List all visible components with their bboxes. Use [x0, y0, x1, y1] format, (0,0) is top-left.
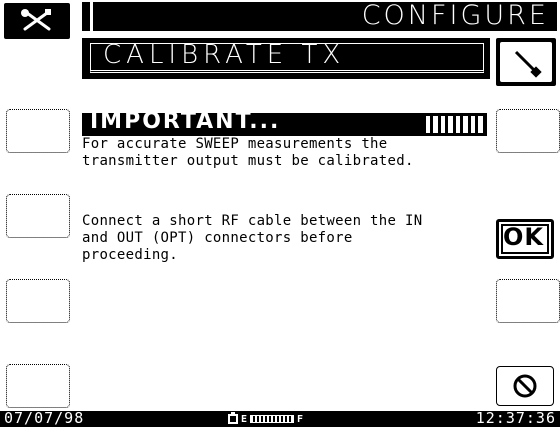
battery-gauge — [250, 415, 295, 423]
battery-empty-label: E — [241, 413, 248, 425]
subtitle-bar: CALIBRATE TX — [82, 38, 490, 79]
probe-button-face — [500, 42, 552, 82]
battery-full-label: F — [297, 413, 304, 425]
status-time: 12:37:36 — [475, 409, 556, 427]
ok-label: OK — [503, 223, 544, 251]
status-date: 07/07/98 — [4, 409, 85, 427]
softkey-left-4[interactable] — [6, 364, 70, 408]
softkey-right-1[interactable] — [496, 109, 560, 153]
subtitle: CALIBRATE TX — [103, 40, 346, 70]
ok-button[interactable]: OK — [496, 219, 554, 259]
status-bar: 07/07/98 E F 12:37:36 — [0, 409, 560, 427]
softkey-right-3[interactable] — [496, 279, 560, 323]
heading-stripes — [426, 116, 483, 133]
probe-button[interactable] — [496, 38, 556, 86]
battery-indicator: E F — [228, 412, 304, 425]
probe-icon — [514, 50, 542, 78]
page-title: CONFIGURE — [361, 0, 549, 31]
header-bar: CONFIGURE — [82, 0, 557, 31]
important-heading-bar: IMPORTANT... — [82, 109, 487, 136]
cancel-button[interactable] — [496, 366, 554, 406]
connection-instructions: Connect a short RF cable between the IN … — [82, 213, 423, 263]
softkey-left-1[interactable] — [6, 109, 70, 153]
tools-icon — [21, 9, 51, 31]
cancel-icon — [513, 374, 537, 398]
calibration-message: For accurate SWEEP measurements the tran… — [82, 136, 414, 169]
tools-button[interactable] — [4, 3, 70, 39]
softkey-left-3[interactable] — [6, 279, 70, 323]
battery-icon — [228, 412, 238, 424]
softkey-left-2[interactable] — [6, 194, 70, 238]
important-heading: IMPORTANT... — [90, 109, 281, 134]
subtitle-frame: CALIBRATE TX — [90, 40, 484, 73]
